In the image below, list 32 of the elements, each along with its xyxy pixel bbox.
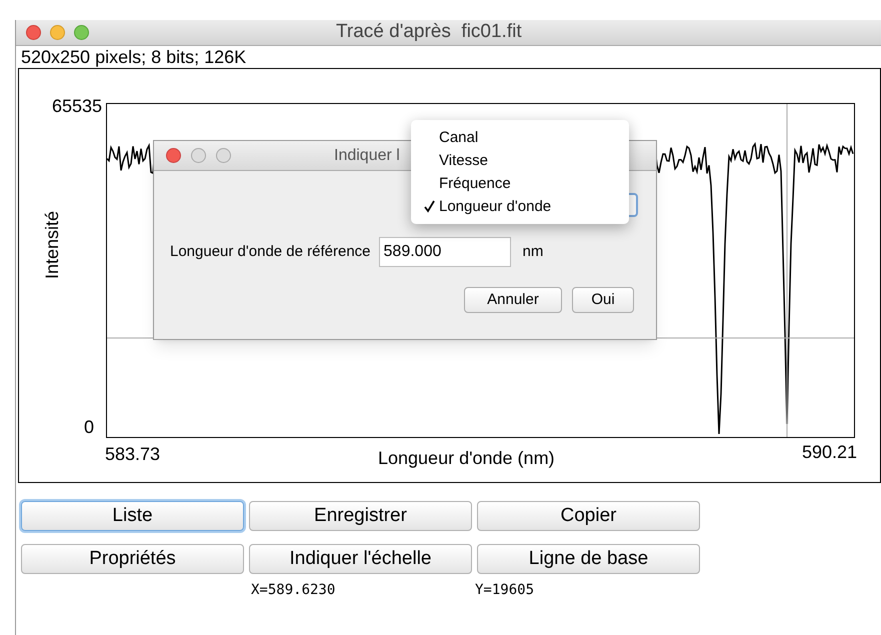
y-tick-label: 0	[84, 416, 94, 439]
dialog-button[interactable]: Annuler	[464, 287, 562, 313]
dialog-button[interactable]: Oui	[572, 287, 634, 313]
x-tick-label: 590.21	[802, 441, 858, 464]
action-button[interactable]: Enregistrer	[249, 501, 472, 531]
x-tick-label: 583.73	[105, 443, 160, 466]
zoom-icon[interactable]	[216, 148, 231, 163]
dialog-title: Indiquer l	[334, 146, 400, 166]
x-coordinate: X=589.6230	[251, 581, 336, 600]
menu-item[interactable]: Longueur d'onde	[411, 195, 629, 218]
action-button[interactable]: Liste	[21, 501, 244, 531]
menu-item[interactable]: Vitesse	[411, 149, 629, 172]
field-label: Longueur d'onde de référence	[170, 242, 371, 262]
close-icon[interactable]	[26, 25, 41, 40]
y-coordinate: Y=19605	[475, 581, 534, 600]
minimize-icon[interactable]	[191, 148, 206, 163]
y-tick-label: 65535	[52, 95, 102, 118]
action-button[interactable]: Propriétés	[21, 544, 244, 574]
unit-label: nm	[522, 242, 544, 262]
window-title: Tracé d'après fic01.fit	[336, 20, 522, 44]
close-icon[interactable]	[166, 148, 181, 163]
menu-item[interactable]: Canal	[411, 126, 629, 149]
image-info: 520x250 pixels; 8 bits; 126K	[20, 46, 248, 68]
action-button[interactable]: Copier	[477, 501, 700, 531]
action-button[interactable]: Indiquer l'échelle	[249, 544, 472, 574]
minimize-icon[interactable]	[50, 25, 65, 40]
input-field[interactable]: 589.000	[378, 237, 511, 267]
zoom-icon[interactable]	[74, 25, 89, 40]
x-axis-label: Longueur d'onde (nm)	[378, 447, 555, 470]
action-button[interactable]: Ligne de base	[477, 544, 700, 574]
y-axis-label: Intensité	[41, 210, 63, 279]
menu-item[interactable]: Fréquence	[411, 172, 629, 195]
